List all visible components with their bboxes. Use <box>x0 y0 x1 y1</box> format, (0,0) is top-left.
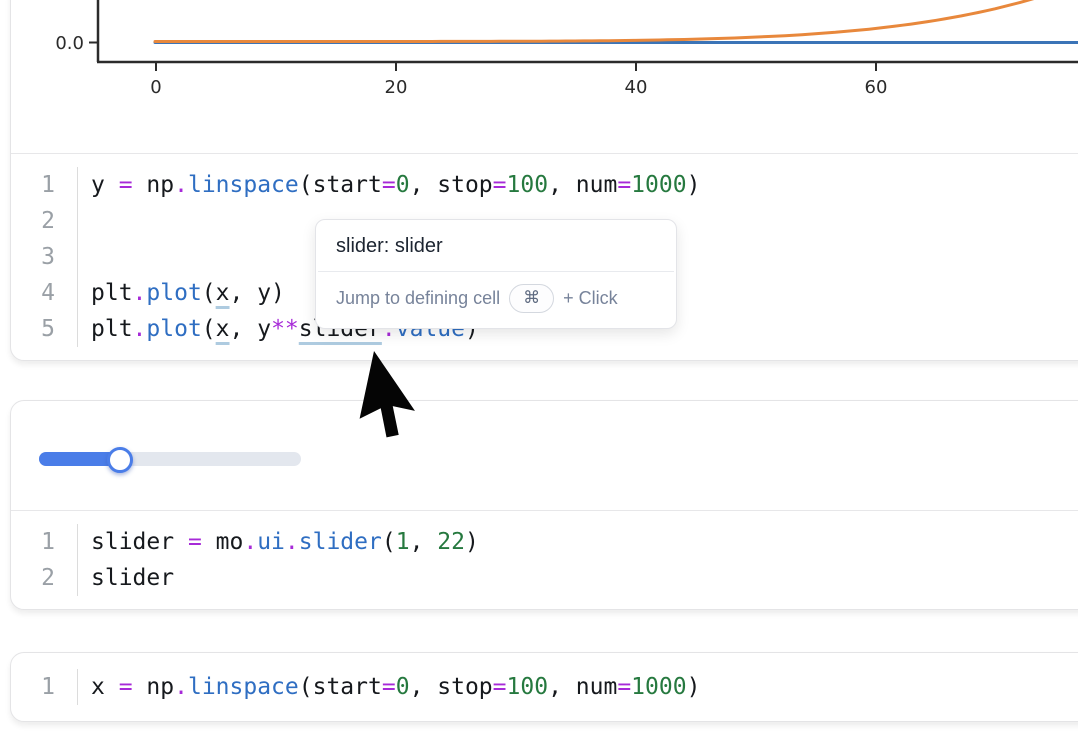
variable-reference[interactable]: x <box>216 280 230 306</box>
code-token: ( <box>202 280 216 306</box>
code-token: linspace <box>188 172 299 198</box>
code-token: ui <box>257 529 285 555</box>
code-line[interactable]: 1slider = mo.ui.slider(1, 22) <box>11 524 1078 560</box>
svg-text:60: 60 <box>865 77 888 98</box>
code-token: 22 <box>437 529 465 555</box>
code-token: = <box>188 529 202 555</box>
code-token: linspace <box>188 674 299 700</box>
plot-output: 0.0 0 20 40 60 <box>11 0 1078 153</box>
svg-text:20: 20 <box>385 77 408 98</box>
svg-text:40: 40 <box>625 77 648 98</box>
code-token: , y <box>230 316 272 342</box>
tooltip-action-label: Jump to defining cell <box>336 288 500 309</box>
code-token: slider <box>299 529 382 555</box>
line-number: 3 <box>11 239 77 275</box>
code-token: 1 <box>396 529 410 555</box>
code-token: ( <box>382 529 396 555</box>
code-token: = <box>382 172 396 198</box>
code-text[interactable]: y = np.linspace(start=0, stop=100, num=1… <box>77 167 1078 203</box>
line-number: 2 <box>11 203 77 239</box>
code-token: ) <box>687 674 701 700</box>
slider-output <box>11 401 1078 510</box>
code-token: , num <box>548 172 617 198</box>
code-token: plt <box>91 316 133 342</box>
line-number: 2 <box>11 560 77 596</box>
line-chart: 0.0 0 20 40 60 <box>11 0 1078 139</box>
code-text[interactable]: slider <box>77 560 1078 596</box>
code-token: = <box>119 172 133 198</box>
code-token: 100 <box>507 674 549 700</box>
code-token: x <box>91 674 119 700</box>
code-token: 1000 <box>631 674 686 700</box>
code-token: plot <box>146 280 201 306</box>
code-token: ) <box>687 172 701 198</box>
code-token: np <box>133 172 175 198</box>
code-token: ** <box>271 316 299 342</box>
code-token: . <box>133 316 147 342</box>
code-token: 0 <box>396 172 410 198</box>
code-token: plt <box>91 280 133 306</box>
code-token: , stop <box>410 172 493 198</box>
code-token: (start <box>299 674 382 700</box>
code-token: plot <box>146 316 201 342</box>
code-line[interactable]: 1y = np.linspace(start=0, stop=100, num=… <box>11 167 1078 203</box>
variable-reference[interactable]: x <box>216 316 230 342</box>
line-number: 4 <box>11 275 77 311</box>
code-line[interactable]: 2 slider <box>11 560 1078 596</box>
code-token: = <box>382 674 396 700</box>
code-token: , <box>410 529 438 555</box>
code-token: . <box>174 674 188 700</box>
code-token: np <box>133 674 175 700</box>
code-token: . <box>133 280 147 306</box>
code-token: ( <box>202 316 216 342</box>
notebook-cell-x: 1x = np.linspace(start=0, stop=100, num=… <box>10 652 1078 722</box>
code-editor[interactable]: 1slider = mo.ui.slider(1, 22)2slider <box>11 510 1078 609</box>
code-token: = <box>119 674 133 700</box>
slider-widget[interactable] <box>39 446 301 474</box>
line-number: 1 <box>11 524 77 560</box>
tooltip-title: slider: slider <box>316 220 676 271</box>
line-number: 5 <box>11 311 77 347</box>
notebook-cell-slider: 1slider = mo.ui.slider(1, 22)2slider <box>10 400 1078 610</box>
code-token: (start <box>299 172 382 198</box>
tooltip-click-hint: + Click <box>563 288 618 309</box>
code-token: = <box>617 172 631 198</box>
code-line[interactable]: 1x = np.linspace(start=0, stop=100, num=… <box>11 669 1078 705</box>
line-number: 1 <box>11 669 77 705</box>
code-token: = <box>493 674 507 700</box>
code-token: y <box>91 172 119 198</box>
code-text[interactable]: slider = mo.ui.slider(1, 22) <box>77 524 1078 560</box>
code-token: . <box>285 529 299 555</box>
code-token: slider <box>91 529 188 555</box>
svg-text:0.0: 0.0 <box>55 33 84 54</box>
code-token: 1000 <box>631 172 686 198</box>
code-token: , stop <box>410 674 493 700</box>
code-token: slider <box>91 565 174 591</box>
variable-tooltip: slider: slider Jump to defining cell ⌘ +… <box>315 219 677 329</box>
slider-thumb[interactable] <box>107 447 133 473</box>
code-text[interactable]: x = np.linspace(start=0, stop=100, num=1… <box>77 669 1078 705</box>
code-token: , y) <box>230 280 285 306</box>
line-number: 1 <box>11 167 77 203</box>
code-token: 0 <box>396 674 410 700</box>
code-token: . <box>174 172 188 198</box>
code-editor[interactable]: 1x = np.linspace(start=0, stop=100, num=… <box>11 653 1078 721</box>
code-token: mo <box>202 529 244 555</box>
code-token: . <box>243 529 257 555</box>
code-token: = <box>493 172 507 198</box>
code-token: 100 <box>507 172 549 198</box>
code-token: , num <box>548 674 617 700</box>
svg-text:0: 0 <box>150 77 161 98</box>
code-token: ) <box>465 529 479 555</box>
command-key-badge: ⌘ <box>509 284 554 313</box>
code-token: = <box>617 674 631 700</box>
